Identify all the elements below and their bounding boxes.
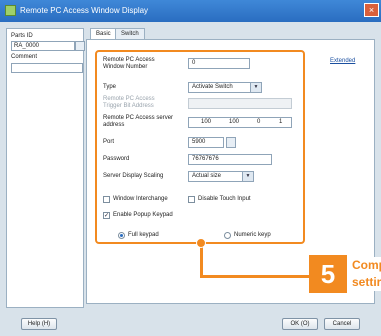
parts-id-input[interactable]: RA_0000 bbox=[11, 41, 75, 51]
parts-panel: Parts ID RA_0000 Comment bbox=[6, 28, 85, 308]
tab-switch[interactable]: Switch bbox=[115, 28, 145, 39]
app-icon bbox=[5, 5, 16, 16]
tab-basic[interactable]: Basic bbox=[90, 28, 117, 39]
dialog-window: Remote PC Access Window Display × Parts … bbox=[0, 0, 381, 336]
callout-connector-horizontal bbox=[200, 275, 310, 278]
callout-text-line1: Comp bbox=[352, 258, 381, 272]
callout-dot bbox=[196, 238, 206, 248]
ok-button[interactable]: OK (O) bbox=[282, 318, 318, 330]
close-button[interactable]: × bbox=[364, 3, 379, 17]
callout-text: Comp settir bbox=[352, 257, 381, 291]
callout-number: 5 bbox=[309, 255, 347, 293]
window-title: Remote PC Access Window Display bbox=[20, 6, 149, 15]
help-button[interactable]: Help (H) bbox=[21, 318, 57, 330]
parts-id-label: Parts ID bbox=[11, 33, 33, 39]
callout-text-line2: settir bbox=[352, 275, 381, 289]
callout-connector bbox=[200, 243, 203, 277]
comment-input[interactable] bbox=[11, 63, 83, 73]
cancel-button[interactable]: Cancel bbox=[324, 318, 360, 330]
extended-link[interactable]: Extended bbox=[330, 58, 355, 64]
parts-id-stepper[interactable] bbox=[75, 41, 85, 51]
comment-label: Comment bbox=[11, 54, 38, 60]
title-bar[interactable]: Remote PC Access Window Display × bbox=[0, 0, 381, 22]
highlight-box bbox=[95, 50, 305, 244]
